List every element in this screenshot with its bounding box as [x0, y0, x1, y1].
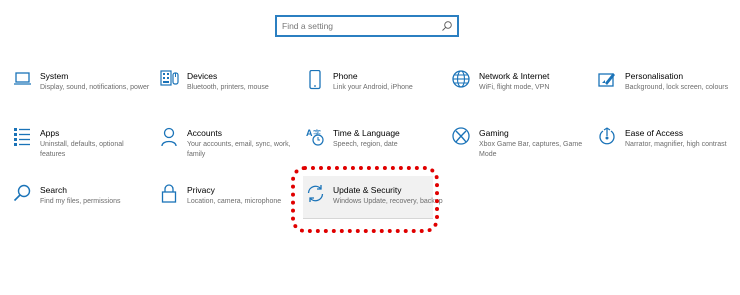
- tile-title: Gaming: [479, 128, 509, 138]
- tile-description: Display, sound, notifications, power: [40, 84, 150, 91]
- tile-accounts[interactable]: Accounts Your accounts, email, sync, wor…: [160, 127, 300, 171]
- search-icon: [13, 184, 31, 202]
- person-icon: [161, 127, 177, 147]
- lock-icon: [161, 184, 177, 203]
- tile-description: Your accounts, email, sync, work, family: [187, 141, 291, 158]
- tile-description: Bluetooth, printers, mouse: [187, 84, 269, 91]
- keyboard-icon: [160, 70, 179, 86]
- tile-title: Accounts: [187, 128, 222, 138]
- tile-title: Search: [40, 185, 67, 195]
- xbox-icon: [452, 127, 470, 145]
- tile-description: Speech, region, date: [333, 141, 398, 148]
- tile-search[interactable]: Search Find my files, permissions: [13, 184, 153, 228]
- tile-network[interactable]: Network & Internet WiFi, flight mode, VP…: [452, 70, 592, 114]
- time-language-icon: A 字: [306, 128, 324, 146]
- tile-description: Link your Android, iPhone: [333, 84, 413, 91]
- tile-description: Xbox Game Bar, captures, Game Mode: [479, 141, 583, 158]
- svg-text:A: A: [306, 128, 313, 138]
- tile-description: Narrator, magnifier, high contrast: [625, 141, 727, 148]
- tile-phone[interactable]: Phone Link your Android, iPhone: [306, 70, 446, 114]
- tile-title: Privacy: [187, 185, 215, 195]
- tile-system[interactable]: System Display, sound, notifications, po…: [13, 70, 153, 114]
- laptop-icon: [14, 72, 31, 85]
- tile-time-language[interactable]: A 字 Time & Language Speech, region, date: [306, 127, 446, 171]
- globe-icon: [452, 70, 470, 88]
- tile-description: Uninstall, defaults, optional features: [40, 141, 124, 158]
- search-icon: [442, 21, 452, 31]
- tile-ease-of-access[interactable]: Ease of Access Narrator, magnifier, high…: [598, 127, 738, 171]
- tile-apps[interactable]: Apps Uninstall, defaults, optional featu…: [13, 127, 153, 171]
- tile-description: Background, lock screen, colours: [625, 84, 729, 91]
- tile-description: Find my files, permissions: [40, 198, 121, 205]
- search-input[interactable]: [277, 17, 442, 35]
- tile-gaming[interactable]: Gaming Xbox Game Bar, captures, Game Mod…: [452, 127, 592, 171]
- tile-title: Apps: [40, 128, 60, 138]
- tile-title: Phone: [333, 71, 358, 81]
- tile-title: Network & Internet: [479, 71, 550, 81]
- ease-of-access-icon: [599, 127, 615, 145]
- tile-title: Personalisation: [625, 71, 684, 81]
- tile-privacy[interactable]: Privacy Location, camera, microphone: [160, 184, 300, 228]
- annotation-highlight-circle: [291, 166, 439, 233]
- tile-description: WiFi, flight mode, VPN: [479, 84, 550, 91]
- tile-title: Devices: [187, 71, 218, 81]
- paintbrush-icon: [598, 73, 615, 87]
- tile-title: Ease of Access: [625, 128, 684, 138]
- apps-list-icon: [14, 128, 30, 146]
- tile-devices[interactable]: Devices Bluetooth, printers, mouse: [160, 70, 300, 114]
- tile-personalisation[interactable]: Personalisation Background, lock screen,…: [598, 70, 738, 114]
- tile-title: System: [40, 71, 69, 81]
- tile-description: Location, camera, microphone: [187, 198, 282, 205]
- tile-title: Time & Language: [333, 128, 400, 138]
- phone-icon: [309, 70, 321, 90]
- search-box[interactable]: [275, 15, 459, 37]
